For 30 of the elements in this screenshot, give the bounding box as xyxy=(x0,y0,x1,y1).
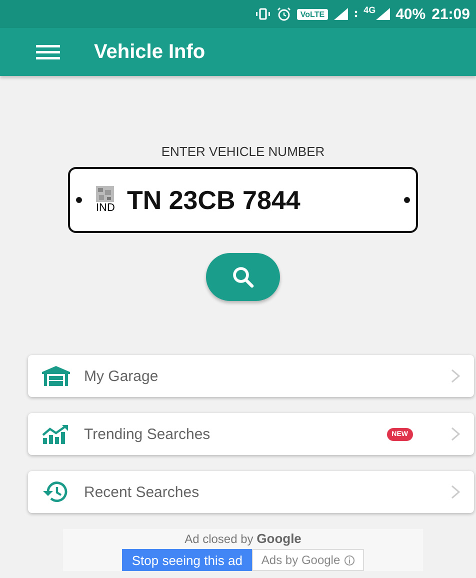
number-plate-field[interactable]: IND TN 23CB 7844 xyxy=(68,167,418,233)
garage-icon xyxy=(42,366,70,386)
clock: 21:09 xyxy=(432,6,470,22)
signal-icon xyxy=(334,8,348,20)
country-code: IND xyxy=(96,202,115,214)
info-icon xyxy=(344,554,356,566)
app-title: Vehicle Info xyxy=(94,40,206,64)
plate-heading: ENTER VEHICLE NUMBER xyxy=(161,144,325,159)
menu-item[interactable]: My Garage xyxy=(28,355,474,397)
hologram-icon xyxy=(96,186,114,202)
alarm-icon xyxy=(277,7,292,21)
chevron-icon xyxy=(451,369,460,383)
history-icon xyxy=(42,481,70,503)
menu-item[interactable]: Recent Searches xyxy=(28,471,474,513)
vehicle-number: TN 23CB 7844 xyxy=(126,184,302,216)
menu-icon[interactable] xyxy=(36,44,60,60)
vibrate-icon xyxy=(255,8,272,20)
data-type-label: 4G xyxy=(364,5,376,15)
search-button[interactable] xyxy=(206,253,280,301)
battery-level: 40% xyxy=(396,6,426,22)
signal-icon xyxy=(376,8,390,20)
network-badge: VoLTE xyxy=(297,8,328,20)
chevron-icon xyxy=(451,485,460,499)
chevron-icon xyxy=(451,427,460,441)
trending-chart-icon xyxy=(42,424,70,444)
ads-by-button[interactable]: Ads by Google xyxy=(252,549,364,571)
google-wordmark: Google xyxy=(256,531,302,546)
search-icon xyxy=(231,265,255,289)
stop-ad-button[interactable]: Stop seeing this ad xyxy=(122,549,252,571)
ad-notice: Ad closed by xyxy=(184,532,254,546)
